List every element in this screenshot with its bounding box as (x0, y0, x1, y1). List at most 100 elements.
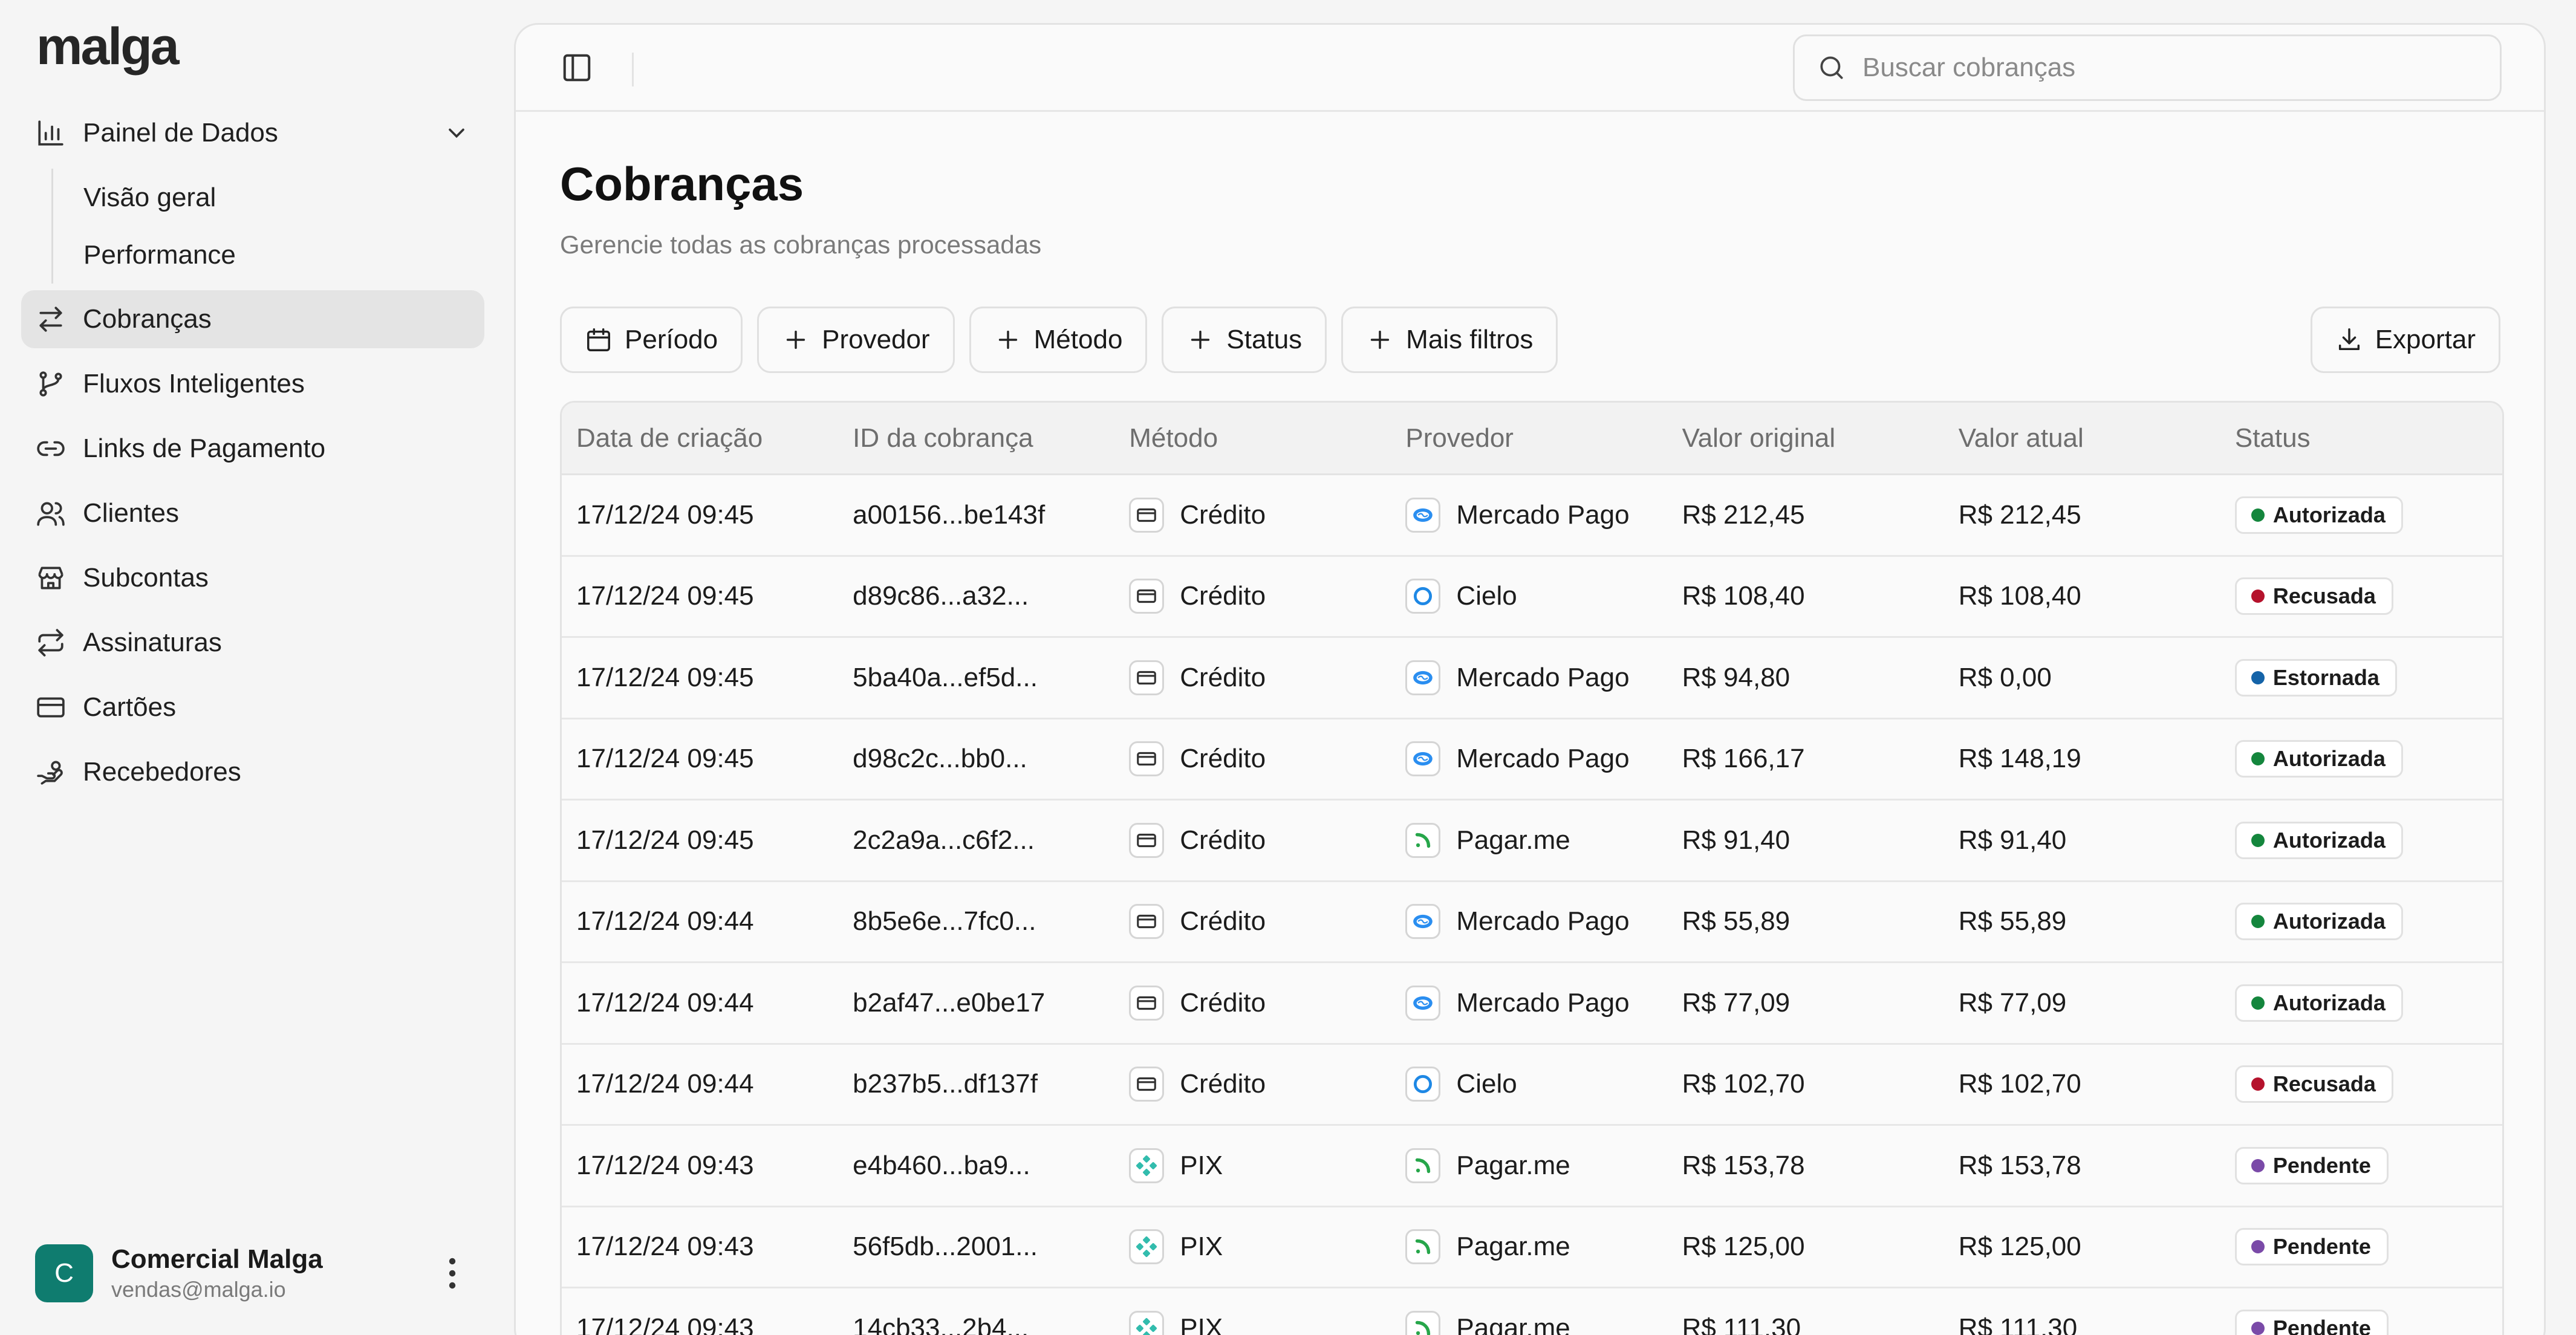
status-dot (2251, 752, 2265, 766)
column-header[interactable]: Status (2220, 423, 2502, 453)
table-row[interactable]: 17/12/24 09:45 d98c2c...bb0... Crédito M… (562, 719, 2502, 801)
method-label: Crédito (1180, 1069, 1266, 1099)
column-header[interactable]: ID da cobrança (838, 423, 1114, 453)
search-input[interactable] (1862, 53, 2407, 83)
pagarme-logo-icon (1405, 1148, 1441, 1183)
column-header[interactable]: Provedor (1391, 423, 1667, 453)
cell-status: Autorizada (2220, 740, 2502, 778)
provider-label: Pagar.me (1456, 825, 1570, 855)
method-filter-button[interactable]: Método (969, 307, 1148, 373)
charges-table: Data de criação ID da cobrança Método Pr… (560, 401, 2504, 1335)
period-filter-button[interactable]: Período (560, 307, 743, 373)
sidebar-item-performance[interactable]: Performance (83, 226, 484, 284)
sidebar-item-cartoes[interactable]: Cartões (21, 678, 484, 736)
column-header[interactable]: Valor atual (1944, 423, 2220, 453)
sidebar-item-painel-de-dados[interactable]: Painel de Dados (21, 104, 484, 162)
calendar-icon (587, 328, 610, 351)
cell-original-value: R$ 111,30 (1682, 1313, 1801, 1335)
user-profile[interactable]: C Comercial Malga vendas@malga.io (35, 1243, 483, 1304)
pagarme-logo-icon (1405, 1310, 1441, 1335)
status-badge: Recusada (2234, 577, 2393, 616)
malga-logo[interactable]: malga (36, 17, 180, 77)
cell-current-value: R$ 102,70 (1958, 1069, 2081, 1099)
table-row[interactable]: 17/12/24 09:44 b237b5...df137f Crédito C… (562, 1044, 2502, 1126)
git-branch-icon (36, 369, 66, 399)
cell-method: Crédito (1114, 741, 1391, 777)
cell-date: 17/12/24 09:44 (576, 987, 754, 1018)
mercado-pago-logo-icon (1405, 660, 1441, 695)
download-icon (2338, 328, 2360, 351)
mercado-pago-logo-icon (1405, 904, 1441, 940)
cell-method: Crédito (1114, 985, 1391, 1021)
sidebar-item-links-de-pagamento[interactable]: Links de Pagamento (21, 420, 484, 478)
cell-current-value: R$ 0,00 (1958, 662, 2052, 692)
cell-method: Crédito (1114, 1067, 1391, 1102)
status-label: Recusada (2272, 583, 2376, 609)
pix-icon (1129, 1310, 1165, 1335)
sidebar-item-clientes[interactable]: Clientes (21, 484, 484, 542)
column-header[interactable]: Data de criação (562, 423, 838, 453)
cell-charge-id: e4b460...ba9... (853, 1150, 1030, 1180)
table-row[interactable]: 17/12/24 09:45 5ba40a...ef5d... Crédito … (562, 638, 2502, 719)
cell-status: Pendente (2220, 1309, 2502, 1335)
user-email: vendas@malga.io (111, 1277, 286, 1302)
credit-card-icon (1129, 985, 1165, 1021)
cell-date: 17/12/24 09:43 (576, 1150, 754, 1180)
column-header[interactable]: Valor original (1668, 423, 1944, 453)
table-row[interactable]: 17/12/24 09:44 8b5e6e...7fc0... Crédito … (562, 882, 2502, 963)
table-row[interactable]: 17/12/24 09:43 56f5db...2001... PIX Paga… (562, 1207, 2502, 1288)
table-header: Data de criação ID da cobrança Método Pr… (562, 403, 2502, 475)
filter-bar: Período Provedor Método Status Mais filt… (560, 307, 1572, 373)
cell-status: Pendente (2220, 1146, 2502, 1184)
cell-current-value: R$ 108,40 (1958, 581, 2081, 611)
status-badge: Autorizada (2234, 984, 2403, 1022)
table-row[interactable]: 17/12/24 09:44 b2af47...e0be17 Crédito M… (562, 963, 2502, 1045)
table-row[interactable]: 17/12/24 09:45 a00156...be143f Crédito M… (562, 475, 2502, 557)
method-label: Crédito (1180, 825, 1266, 855)
table-row[interactable]: 17/12/24 09:45 2c2a9a...c6f2... Crédito … (562, 801, 2502, 882)
provider-filter-button[interactable]: Provedor (757, 307, 955, 373)
provider-label: Mercado Pago (1456, 662, 1630, 692)
sidebar-item-subcontas[interactable]: Subcontas (21, 549, 484, 607)
cell-method: Crédito (1114, 660, 1391, 695)
sidebar-item-label: Subcontas (83, 563, 209, 593)
table-row[interactable]: 17/12/24 09:43 e4b460...ba9... PIX Pagar… (562, 1126, 2502, 1207)
sidebar-item-cobrancas[interactable]: Cobranças (21, 290, 484, 348)
cell-original-value: R$ 77,09 (1682, 987, 1791, 1018)
credit-card-icon (1129, 660, 1165, 695)
cell-method: Crédito (1114, 497, 1391, 533)
cell-method: PIX (1114, 1310, 1391, 1335)
cell-date: 17/12/24 09:45 (576, 825, 754, 855)
table-row[interactable]: 17/12/24 09:45 d89c86...a32... Crédito C… (562, 556, 2502, 638)
sidebar-item-label: Cobranças (83, 304, 212, 334)
hand-coins-icon (36, 757, 66, 787)
sidebar-item-fluxos-inteligentes[interactable]: Fluxos Inteligentes (21, 355, 484, 413)
cell-charge-id: d98c2c...bb0... (853, 744, 1027, 774)
cell-provider: Pagar.me (1391, 1310, 1667, 1335)
more-filters-button[interactable]: Mais filtros (1341, 307, 1558, 373)
status-filter-button[interactable]: Status (1162, 307, 1327, 373)
cell-original-value: R$ 91,40 (1682, 825, 1791, 855)
cell-charge-id: 2c2a9a...c6f2... (853, 825, 1035, 855)
sidebar-item-recebedores[interactable]: Recebedores (21, 743, 484, 801)
plus-icon (1371, 330, 1390, 349)
more-vertical-icon[interactable] (440, 1255, 464, 1291)
status-badge: Autorizada (2234, 903, 2403, 941)
sidebar-item-visao-geral[interactable]: Visão geral (83, 169, 484, 226)
column-header[interactable]: Método (1114, 423, 1391, 453)
sidebar-toggle-icon[interactable] (561, 51, 593, 84)
cell-current-value: R$ 153,78 (1958, 1150, 2081, 1180)
sidebar-item-assinaturas[interactable]: Assinaturas (21, 614, 484, 672)
cell-charge-id: 56f5db...2001... (853, 1232, 1038, 1262)
avatar: C (35, 1244, 93, 1302)
table-row[interactable]: 17/12/24 09:43 14cb33...2b4... PIX Pagar… (562, 1288, 2502, 1335)
credit-card-icon (1129, 579, 1165, 614)
pix-icon (1129, 1229, 1165, 1265)
status-label: Autorizada (2272, 746, 2386, 771)
export-button[interactable]: Exportar (2310, 307, 2500, 373)
status-badge: Pendente (2234, 1146, 2389, 1184)
cell-status: Recusada (2220, 577, 2502, 616)
provider-label: Mercado Pago (1456, 906, 1630, 937)
search-box[interactable] (1793, 34, 2502, 101)
cell-date: 17/12/24 09:44 (576, 906, 754, 937)
